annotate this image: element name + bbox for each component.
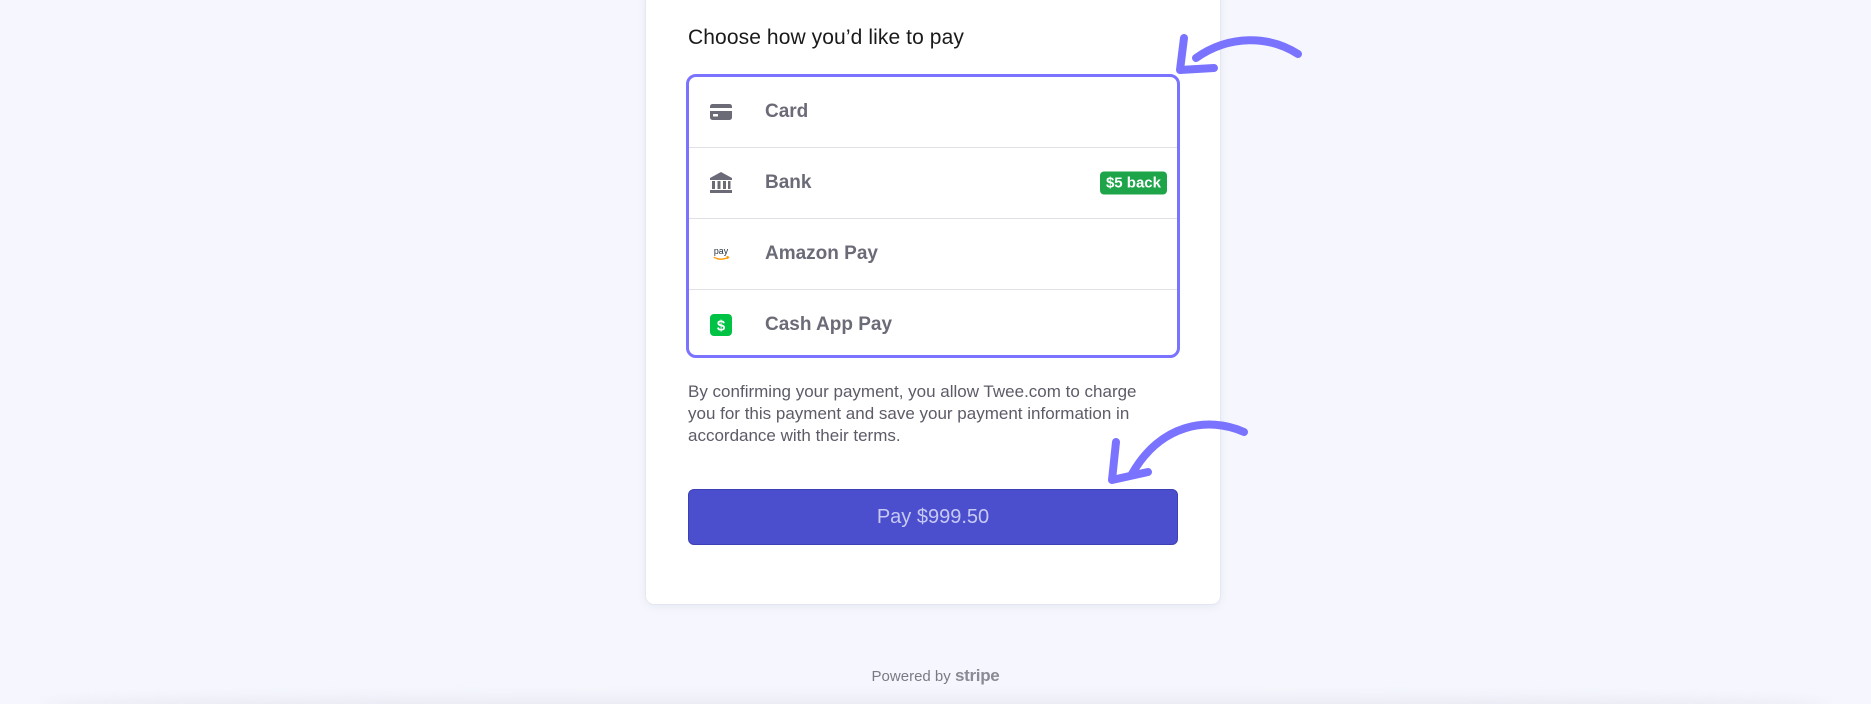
cashback-badge: $5 back (1099, 171, 1167, 195)
payment-method-cash-app-pay[interactable]: $ Cash App Pay (689, 290, 1177, 355)
annotation-arrow-icon (1108, 420, 1248, 484)
stripe-logo[interactable]: stripe (955, 666, 1000, 685)
payment-heading: Choose how you’d like to pay (688, 26, 964, 49)
payment-method-label: Amazon Pay (765, 243, 878, 264)
payment-method-list: Card Bank $5 back pay Amazon Pay $ Cash … (686, 74, 1180, 358)
payment-method-label: Card (765, 101, 809, 122)
amazon-pay-icon: pay (709, 242, 733, 266)
payment-method-bank[interactable]: Bank $5 back (689, 148, 1177, 219)
payment-consent-text: By confirming your payment, you allow Tw… (688, 382, 1137, 445)
payment-method-card[interactable]: Card (689, 77, 1177, 148)
pay-button[interactable]: Pay $999.50 (688, 489, 1178, 545)
bank-icon (709, 171, 733, 195)
payment-method-amazon-pay[interactable]: pay Amazon Pay (689, 219, 1177, 290)
powered-by-footer: Powered by stripe (0, 666, 1871, 686)
page: Choose how you’d like to pay Card Bank $… (0, 0, 1871, 704)
payment-method-label: Bank (765, 172, 812, 193)
powered-by-text: Powered by (871, 668, 951, 685)
bottom-shadow (40, 690, 1831, 704)
cash-app-icon-text: $ (717, 318, 726, 335)
annotation-arrow-icon (1176, 34, 1302, 74)
payment-method-label: Cash App Pay (765, 314, 893, 335)
cash-app-icon: $ (709, 313, 733, 337)
amazon-pay-icon-text: pay (714, 246, 729, 256)
card-icon (709, 100, 733, 124)
